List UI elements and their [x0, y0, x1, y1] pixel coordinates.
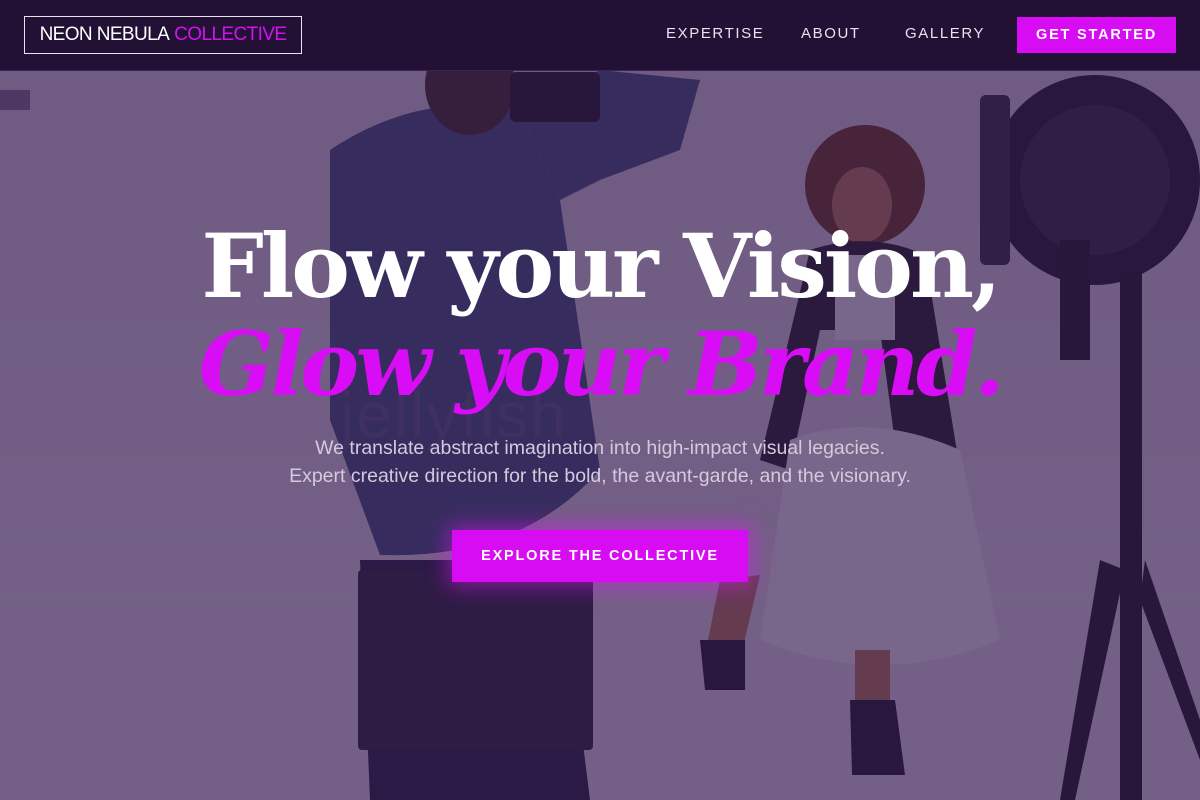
- hero-headline-line-2: Glow your Brand.: [198, 312, 1005, 416]
- hero-subtitle-line-1: We translate abstract imagination into h…: [315, 437, 885, 459]
- explore-collective-button[interactable]: EXPLORE THE COLLECTIVE: [452, 530, 748, 582]
- hero-headline-line-1: Flow your Vision,: [201, 214, 1001, 318]
- hero-section: Flow your Vision, Glow your Brand. We tr…: [0, 0, 1200, 800]
- hero-subtitle-line-2: Expert creative direction for the bold, …: [289, 465, 911, 487]
